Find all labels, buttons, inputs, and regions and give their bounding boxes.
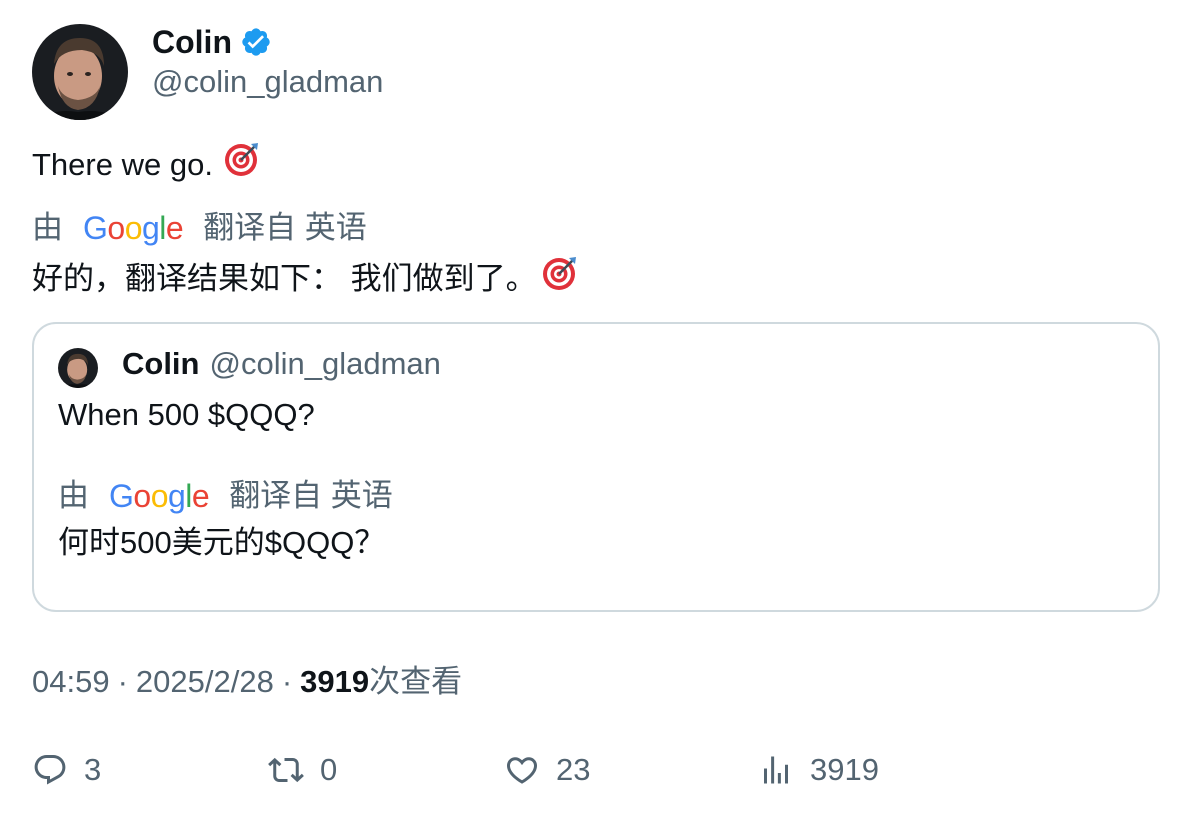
quoted-translation-suffix: 翻译自 英语 [229, 478, 393, 513]
translated-tweet-text: 好的，翻译结果如下： 我们做到了。 [32, 254, 579, 303]
translation-suffix: 翻译自 英语 [203, 210, 367, 245]
heart-icon [504, 752, 540, 788]
google-logo: Google [109, 478, 210, 514]
quoted-tweet-header: Colin @colin_gladman [122, 344, 441, 384]
analytics-bar-icon [758, 752, 794, 788]
views-label: 次查看 [369, 664, 463, 699]
quoted-translation-attribution[interactable]: 由 Google 翻译自 英语 [58, 476, 393, 516]
reply-count: 3 [84, 752, 102, 787]
quoted-tweet-text: When 500 $QQQ? [58, 397, 315, 432]
repost-icon [268, 752, 304, 788]
author-name[interactable]: Colin [152, 22, 232, 62]
tweet-date[interactable]: 2025/2/28 [136, 662, 274, 702]
meta-separator: · [117, 664, 128, 699]
tweet-text-content: There we go. [32, 146, 213, 182]
quoted-author-avatar [58, 348, 98, 388]
repost-count: 0 [320, 752, 338, 787]
views-count: 3919 [300, 664, 370, 699]
like-count: 23 [556, 752, 591, 787]
quoted-author-name: Colin [122, 346, 200, 381]
tweet-time[interactable]: 04:59 [32, 662, 110, 702]
direct-hit-target-icon [223, 140, 261, 189]
like-button[interactable]: 23 [504, 748, 590, 792]
quoted-tweet-card[interactable]: Colin @colin_gladman When 500 $QQQ? 由 Go… [32, 322, 1160, 612]
views-button[interactable]: 3919 [758, 748, 879, 792]
translation-attribution[interactable]: 由 Google 翻译自 英语 [32, 208, 367, 248]
quoted-author-handle: @colin_gladman [209, 346, 441, 381]
author-name-row: Colin [152, 22, 272, 62]
tweet-actions: 3 0 23 3919 [32, 748, 1164, 792]
direct-hit-target-icon [541, 254, 579, 303]
tweet-text: There we go. [32, 140, 261, 189]
views-action-count: 3919 [810, 752, 879, 787]
translated-text-content: 好的，翻译结果如下： 我们做到了。 [32, 260, 537, 296]
repost-button[interactable]: 0 [268, 748, 337, 792]
tweet-meta: 04:59 · 2025/2/28 · 3919 次查看 [32, 662, 462, 702]
author-avatar[interactable] [32, 24, 128, 120]
meta-separator: · [281, 664, 293, 699]
quoted-translation-prefix: 由 [58, 478, 89, 513]
verified-badge-icon[interactable] [240, 26, 272, 58]
reply-icon [32, 752, 68, 788]
google-logo: Google [83, 210, 184, 246]
translation-prefix: 由 [32, 210, 63, 245]
quoted-translated-text: 何时500美元的$QQQ？ [58, 525, 386, 560]
reply-button[interactable]: 3 [32, 748, 101, 792]
author-handle[interactable]: @colin_gladman [152, 62, 383, 102]
